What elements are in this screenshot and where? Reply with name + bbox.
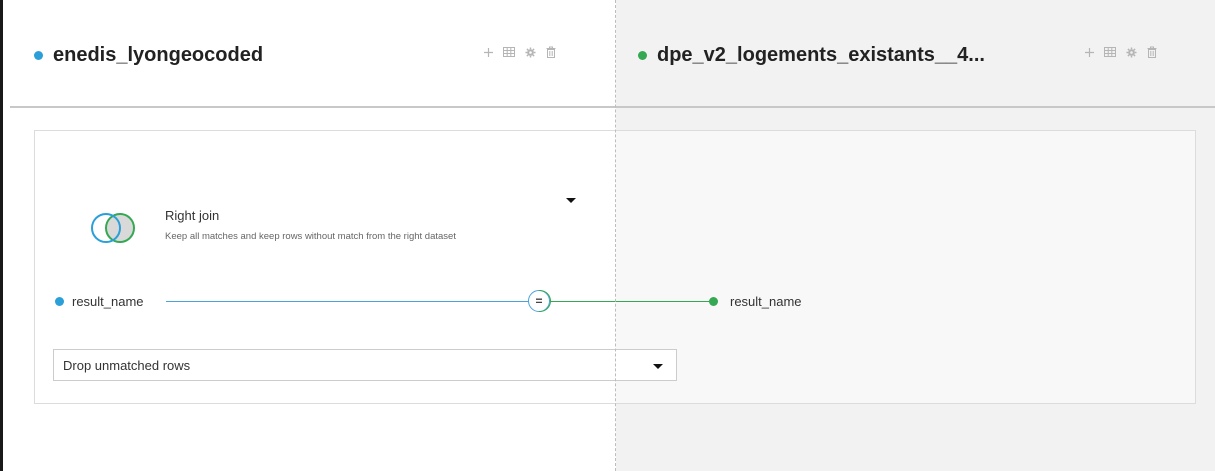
right-dataset-header: dpe_v2_logements_existants__4... (638, 40, 985, 70)
right-dataset-name: dpe_v2_logements_existants__4... (657, 43, 985, 66)
join-type-description: Keep all matches and keep rows without m… (165, 231, 456, 242)
trash-icon[interactable] (545, 45, 557, 59)
left-column-name[interactable]: result_name (72, 294, 144, 309)
right-dataset-color-dot (638, 50, 647, 60)
chevron-down-icon (653, 364, 663, 369)
gear-icon[interactable] (1125, 45, 1137, 59)
table-icon[interactable] (503, 45, 515, 59)
left-dataset-name: enedis_lyongeocoded (53, 43, 264, 66)
join-type-chevron-down-icon[interactable] (566, 198, 576, 203)
right-join-venn-icon (91, 213, 135, 243)
plus-icon[interactable] (482, 45, 494, 59)
table-icon[interactable] (1104, 45, 1116, 59)
left-dataset-header: enedis_lyongeocoded (34, 40, 263, 70)
join-condition: result_name = result_name (50, 290, 840, 314)
left-dataset-color-dot (34, 50, 43, 60)
plus-icon[interactable] (1083, 45, 1095, 59)
right-column-name[interactable]: result_name (730, 294, 802, 309)
join-operator-right-ring (539, 290, 551, 312)
unmatched-rows-select[interactable]: Drop unmatched rows (53, 349, 677, 381)
right-column-dot (709, 297, 718, 306)
left-dataset-toolbar (482, 45, 557, 59)
header-divider (10, 106, 1215, 108)
right-condition-line (550, 301, 712, 302)
right-dataset-toolbar (1083, 45, 1158, 59)
left-column-dot (55, 297, 64, 306)
trash-icon[interactable] (1146, 45, 1158, 59)
join-type-label: Right join (165, 208, 220, 223)
pane-divider (615, 0, 616, 471)
unmatched-rows-value: Drop unmatched rows (63, 357, 191, 373)
left-condition-line (166, 301, 529, 302)
gear-icon[interactable] (524, 45, 536, 59)
join-type-selector[interactable]: Right join Keep all matches and keep row… (86, 205, 576, 255)
window-left-edge (0, 0, 3, 471)
